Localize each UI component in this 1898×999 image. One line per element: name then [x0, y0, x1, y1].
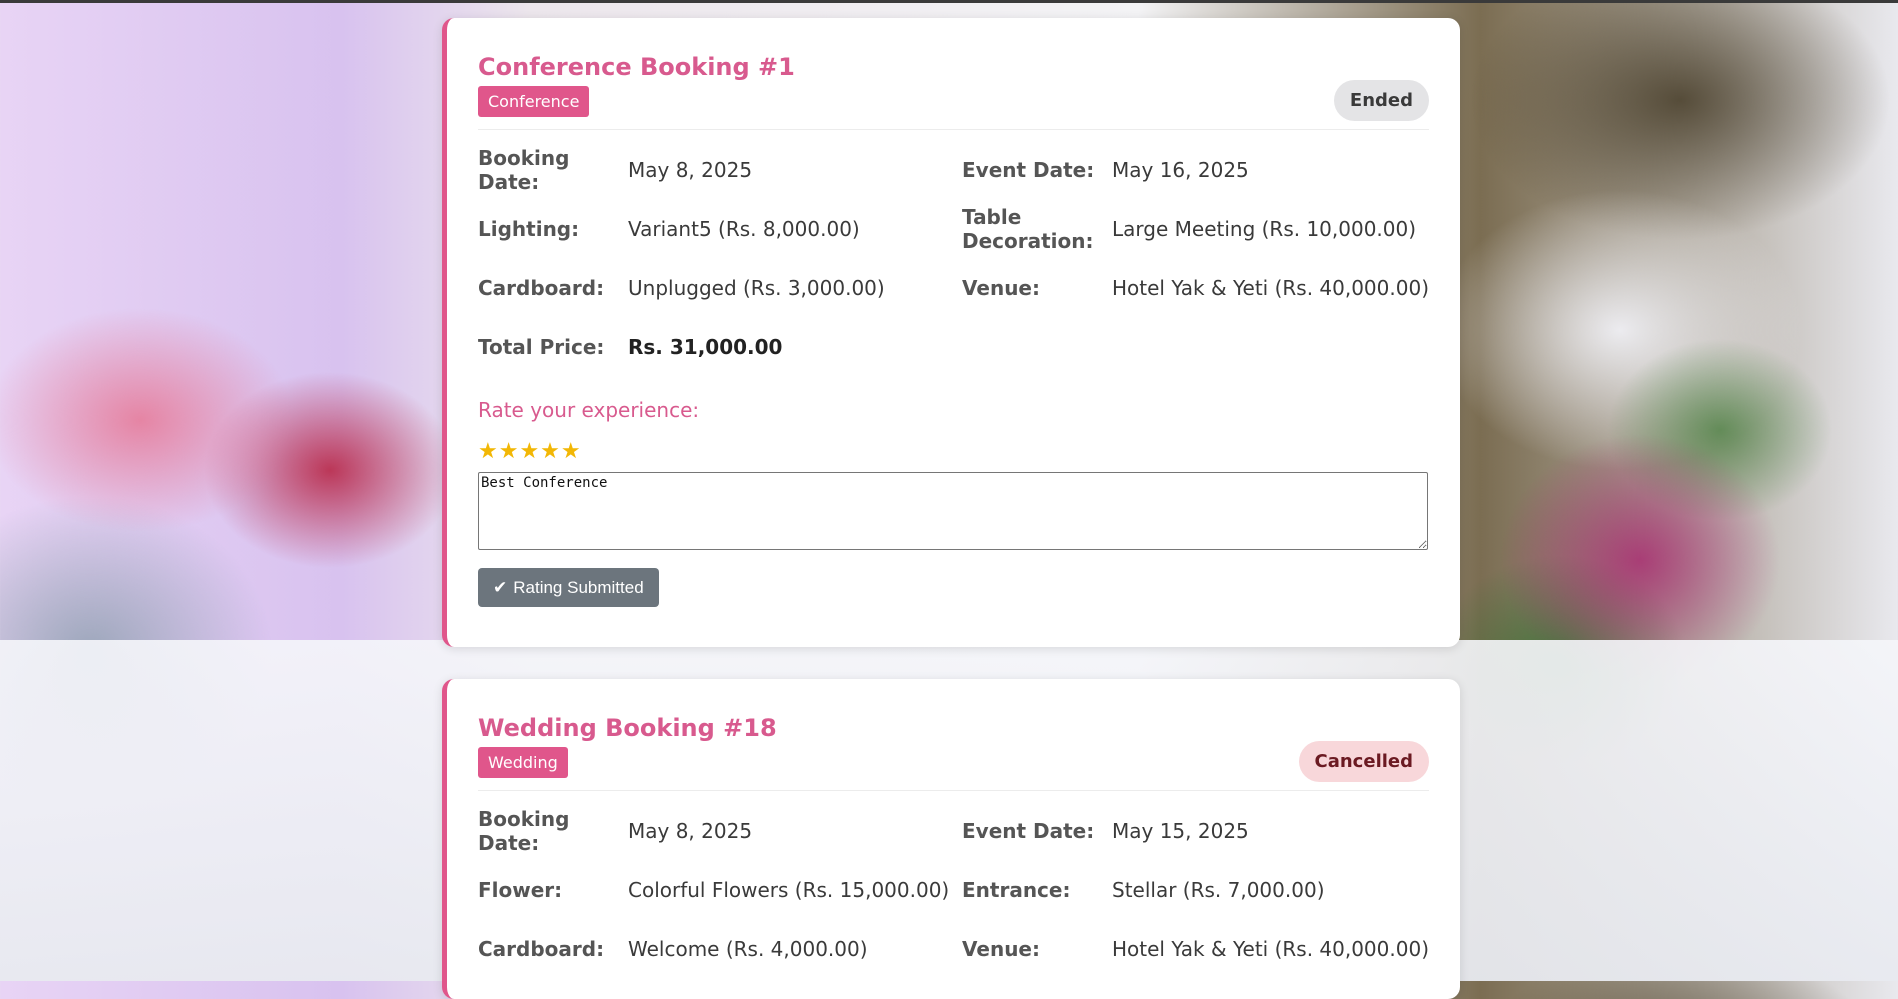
detail-value: Stellar (Rs. 7,000.00) [1112, 877, 1325, 902]
review-textarea[interactable]: Best Conference [478, 472, 1428, 550]
detail-cardboard: Cardboard: Welcome (Rs. 4,000.00) [478, 919, 962, 978]
rating-submitted-button[interactable]: ✔ Rating Submitted [478, 568, 659, 607]
detail-event-date: Event Date: May 15, 2025 [962, 801, 1432, 860]
booking-details: Booking Date: May 8, 2025 Event Date: Ma… [478, 801, 1429, 978]
detail-value: Variant5 (Rs. 8,000.00) [628, 216, 860, 241]
detail-value: Unplugged (Rs. 3,000.00) [628, 275, 885, 300]
detail-venue: Venue: Hotel Yak & Yeti (Rs. 40,000.00) [962, 258, 1432, 317]
detail-label: Booking Date: [478, 145, 570, 194]
booking-details: Booking Date: May 8, 2025 Event Date: Ma… [478, 140, 1429, 376]
detail-event-date: Event Date: May 16, 2025 [962, 140, 1432, 199]
detail-label: Venue: [962, 936, 1040, 961]
event-type-badge: Conference [478, 86, 590, 117]
detail-label: Cardboard: [478, 275, 605, 300]
event-type-badge: Wedding [478, 747, 568, 778]
window-top-border [0, 0, 1898, 3]
detail-label: Entrance: [962, 877, 1071, 902]
detail-value: Colorful Flowers (Rs. 15,000.00) [628, 877, 950, 902]
detail-booking-date: Booking Date: May 8, 2025 [478, 801, 962, 860]
detail-entrance: Entrance: Stellar (Rs. 7,000.00) [962, 860, 1432, 919]
detail-label: Cardboard: [478, 936, 605, 961]
detail-total-price: Total Price: Rs. 31,000.00 [478, 317, 962, 376]
detail-label: Total Price: [478, 334, 605, 359]
detail-flower: Flower: Colorful Flowers (Rs. 15,000.00) [478, 860, 962, 919]
detail-table-decoration: Table Decoration: Large Meeting (Rs. 10,… [962, 199, 1432, 258]
detail-label: Lighting: [478, 216, 580, 241]
booking-card: Wedding Booking #18 Wedding Cancelled Bo… [442, 679, 1460, 999]
booking-title: Wedding Booking #18 [478, 714, 777, 742]
booking-card-header: Wedding Booking #18 Wedding Cancelled [478, 713, 1429, 791]
detail-label: Booking Date: [478, 806, 570, 855]
button-label: Rating Submitted [513, 577, 644, 597]
detail-booking-date: Booking Date: May 8, 2025 [478, 140, 962, 199]
status-badge: Ended [1333, 80, 1429, 121]
detail-venue: Venue: Hotel Yak & Yeti (Rs. 40,000.00) [962, 919, 1432, 978]
booking-card: Conference Booking #1 Conference Ended B… [442, 18, 1460, 647]
detail-label: Flower: [478, 877, 563, 902]
status-badge: Cancelled [1298, 741, 1429, 782]
detail-cardboard: Cardboard: Unplugged (Rs. 3,000.00) [478, 258, 962, 317]
booking-card-header: Conference Booking #1 Conference Ended [478, 52, 1429, 130]
detail-label: Event Date: [962, 157, 1095, 182]
detail-label: Table Decoration: [962, 204, 1094, 253]
detail-value: Hotel Yak & Yeti (Rs. 40,000.00) [1112, 936, 1429, 961]
detail-label: Event Date: [962, 818, 1095, 843]
detail-value: Hotel Yak & Yeti (Rs. 40,000.00) [1112, 275, 1429, 300]
detail-value: May 15, 2025 [1112, 818, 1249, 843]
star-rating[interactable]: ★★★★★ [478, 440, 1429, 464]
detail-value: Welcome (Rs. 4,000.00) [628, 936, 868, 961]
total-price-value: Rs. 31,000.00 [628, 334, 783, 359]
booking-title: Conference Booking #1 [478, 53, 795, 81]
detail-value: Large Meeting (Rs. 10,000.00) [1112, 216, 1417, 241]
detail-label: Venue: [962, 275, 1040, 300]
detail-value: May 8, 2025 [628, 818, 753, 843]
detail-value: May 16, 2025 [1112, 157, 1249, 182]
check-icon: ✔ [493, 577, 508, 597]
detail-value: May 8, 2025 [628, 157, 753, 182]
rate-experience-label: Rate your experience: [478, 398, 700, 422]
detail-lighting: Lighting: Variant5 (Rs. 8,000.00) [478, 199, 962, 258]
